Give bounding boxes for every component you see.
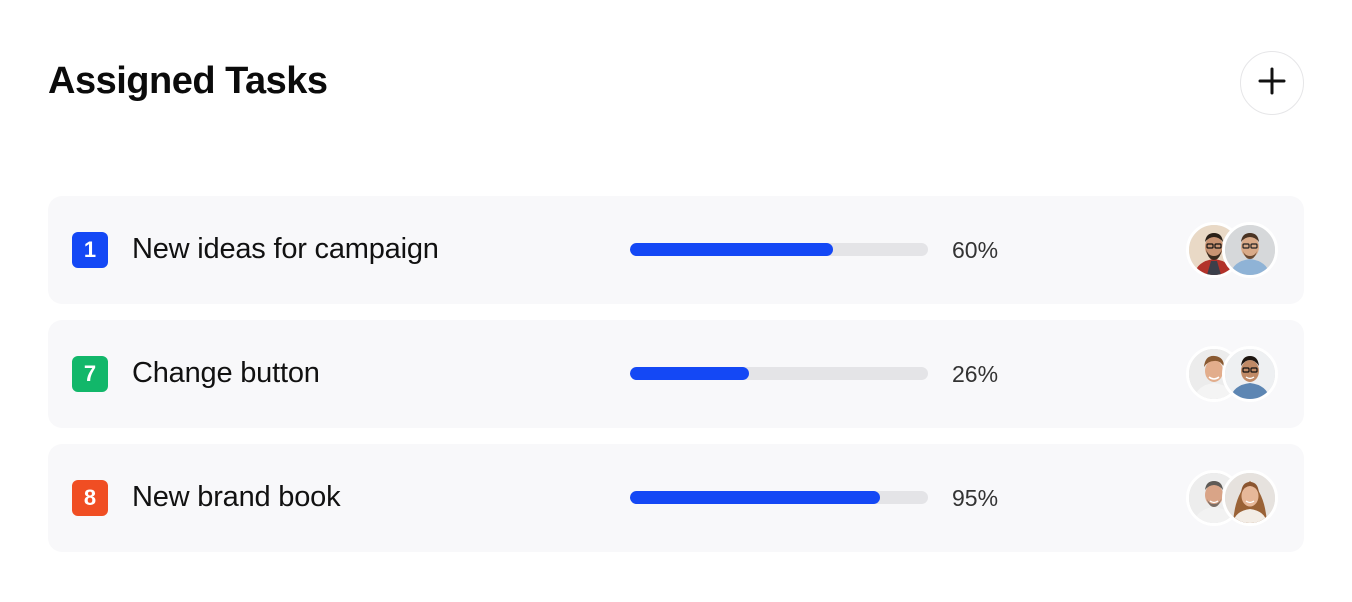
add-task-button[interactable] <box>1240 51 1304 115</box>
task-number-badge: 1 <box>72 232 108 268</box>
avatar[interactable] <box>1222 222 1278 278</box>
plus-icon <box>1257 66 1287 101</box>
progress-percent: 26% <box>952 361 999 387</box>
progress-bar <box>630 491 928 504</box>
task-number-badge: 7 <box>72 356 108 392</box>
progress-percent: 60% <box>952 237 999 263</box>
progress-bar <box>630 367 928 380</box>
task-name: Change button <box>132 357 320 389</box>
assignee-avatars[interactable] <box>1186 470 1282 526</box>
page-title: Assigned Tasks <box>48 60 328 102</box>
avatar[interactable] <box>1222 346 1278 402</box>
progress-fill <box>630 243 833 256</box>
task-name: New brand book <box>132 481 341 513</box>
progress-bar <box>630 243 928 256</box>
task-row[interactable]: 8 New brand book 95% <box>48 444 1304 552</box>
task-row[interactable]: 1 New ideas for campaign 60% <box>48 196 1304 304</box>
assignee-avatars[interactable] <box>1186 346 1282 402</box>
progress-percent: 95% <box>952 485 999 511</box>
task-number-badge: 8 <box>72 480 108 516</box>
task-row[interactable]: 7 Change button 26% <box>48 320 1304 428</box>
avatar[interactable] <box>1222 470 1278 526</box>
progress-fill <box>630 491 881 504</box>
task-list: 1 New ideas for campaign 60% 7 Change bu… <box>48 196 1304 568</box>
assignee-avatars[interactable] <box>1186 222 1282 278</box>
task-name: New ideas for campaign <box>132 233 439 265</box>
progress-fill <box>630 367 750 380</box>
